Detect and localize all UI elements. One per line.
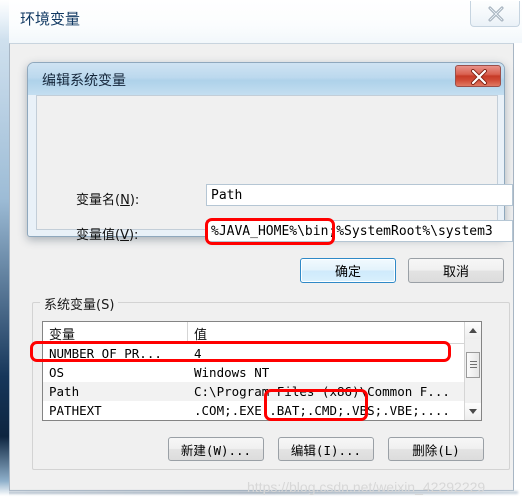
delete-variable-button[interactable]: 删除(L) (388, 437, 484, 461)
window-titlebar: 环境变量 (9, 0, 522, 43)
system-variables-group-label: 系统变量(S) (40, 294, 119, 313)
cell-variable-value: .COM;.EXE;.BAT;.CMD;.VBS;.VBE;.... (194, 403, 450, 418)
variable-name-input[interactable]: Path (206, 184, 513, 206)
table-row[interactable]: PATHEXT .COM;.EXE;.BAT;.CMD;.VBS;.VBE;...… (43, 401, 481, 420)
variable-name-label: 变量名(N): (76, 193, 140, 208)
modal-cancel-button[interactable]: 取消 (408, 258, 504, 283)
modal-body (36, 95, 498, 230)
scrollbar-thumb[interactable] (466, 352, 480, 378)
cell-variable-name: NUMBER_OF_PR... (49, 346, 162, 361)
page-title: 环境变量 (20, 10, 81, 28)
modal-titlebar: 编辑系统变量 (28, 63, 504, 95)
system-variables-list[interactable]: 变量 值 NUMBER_OF_PR... 4 OS Windows NT Path C:\… (42, 321, 482, 421)
edit-system-variable-dialog: 编辑系统变量 变量名(N): Path 变量值(V): %JAVA_HOME%\… (27, 62, 513, 283)
scroll-up-button[interactable] (465, 322, 481, 339)
cell-variable-name: Path (49, 384, 80, 399)
close-icon (488, 6, 504, 22)
column-header-value: 值 (194, 327, 208, 343)
variable-value-label: 变量值(V): (76, 228, 139, 243)
modal-title: 编辑系统变量 (42, 73, 126, 89)
scrollbar-grip-icon (470, 361, 477, 362)
list-header: 变量 值 (43, 322, 481, 344)
cell-variable-value: Windows NT (194, 365, 270, 380)
cell-variable-value: 4 (194, 346, 202, 361)
cell-variable-value: C:\Program Files (x86)\Common F... (194, 384, 450, 399)
watermark: https://blog.csdn.net/weixin_42292229 (247, 479, 486, 495)
table-row[interactable]: OS Windows NT (43, 363, 481, 382)
edit-variable-button[interactable]: 编辑(I)... (278, 437, 374, 461)
modal-ok-button[interactable]: 确定 (300, 258, 396, 283)
table-row[interactable]: Path C:\Program Files (x86)\Common F... (43, 382, 481, 401)
cell-variable-name: PATHEXT (49, 403, 102, 418)
column-header-variable: 变量 (43, 322, 188, 343)
window-left-edge (0, 0, 9, 496)
chevron-down-icon (469, 409, 477, 414)
variable-value-input[interactable]: %JAVA_HOME%\bin;%SystemRoot%\system3 (206, 220, 513, 242)
list-rows: NUMBER_OF_PR... 4 OS Windows NT Path C:\Progr… (43, 344, 481, 420)
chevron-up-icon (469, 328, 477, 333)
table-row[interactable]: NUMBER_OF_PR... 4 (43, 344, 481, 363)
close-icon (471, 69, 487, 85)
new-variable-button[interactable]: 新建(W)... (168, 437, 264, 461)
list-scrollbar[interactable] (464, 322, 481, 420)
cell-variable-name: OS (49, 365, 65, 380)
screenshot-root: 环境变量 的用户变量(U) 系统变量(S) 变量 值 NUMBER_OF_PR.… (0, 0, 522, 504)
modal-close-button[interactable] (455, 65, 501, 87)
scroll-down-button[interactable] (465, 403, 481, 420)
window-close-button[interactable] (470, 1, 520, 27)
